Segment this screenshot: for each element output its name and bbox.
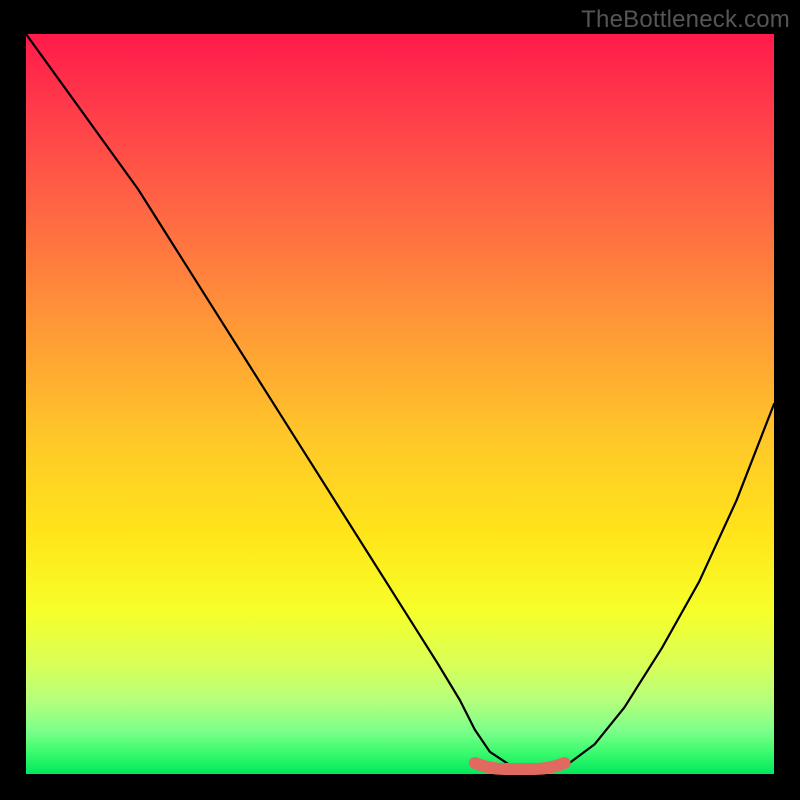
gradient-plot-area xyxy=(26,34,774,774)
watermark-text: TheBottleneck.com xyxy=(581,6,790,34)
chart-frame: TheBottleneck.com xyxy=(0,0,800,800)
chart-svg xyxy=(26,34,774,774)
bottleneck-curve xyxy=(26,34,774,774)
optimal-range-marker xyxy=(475,763,565,769)
